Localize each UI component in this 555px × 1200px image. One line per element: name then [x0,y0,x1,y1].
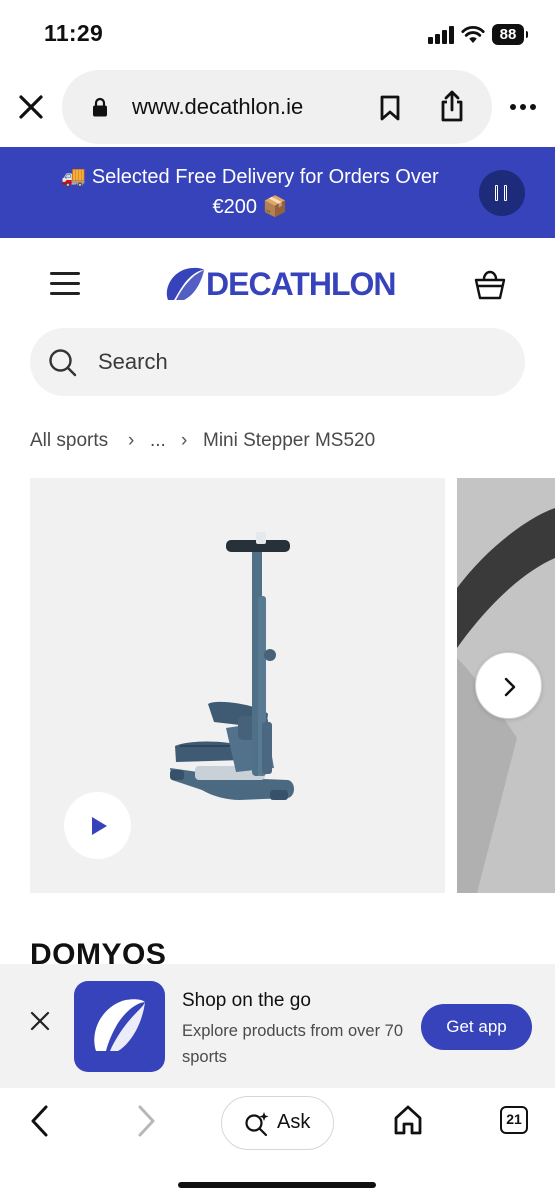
app-install-banner: Shop on the go Explore products from ove… [0,964,555,1088]
share-icon[interactable] [439,90,465,122]
address-bar[interactable]: www.decathlon.ie [62,70,492,144]
search-icon [49,349,77,377]
forward-icon[interactable] [134,1104,158,1138]
app-banner-title: Shop on the go [182,990,311,1011]
basket-icon[interactable] [474,266,506,300]
home-icon[interactable] [393,1104,423,1136]
chevron-right-icon [504,677,516,697]
breadcrumb-item-all-sports[interactable]: All sports [30,430,108,452]
decathlon-logo[interactable]: DECATHLON [162,264,396,304]
back-icon[interactable] [28,1104,52,1138]
menu-icon[interactable] [50,272,80,296]
play-icon [92,817,107,835]
wifi-icon [461,26,485,43]
status-bar: 11:29 88 [0,0,555,70]
tabs-icon[interactable]: 21 [500,1106,528,1134]
gallery-next-button[interactable] [475,652,542,719]
promo-banner[interactable]: 🚚 Selected Free Delivery for Orders Over… [0,147,555,238]
search-bar[interactable]: Search [30,328,525,396]
chevron-right-icon: › [181,430,188,451]
bookmark-icon[interactable] [378,94,402,122]
play-video-button[interactable] [64,792,131,859]
url-text[interactable]: www.decathlon.ie [132,94,303,120]
ask-button[interactable]: Ask [221,1096,334,1150]
breadcrumb-item-ellipsis[interactable]: ... [150,430,166,452]
app-banner-description: Explore products from over 70 sports [182,1022,404,1066]
pause-icon[interactable] [479,170,525,216]
signal-icon [428,26,454,44]
decathlon-app-icon [74,981,165,1072]
logo-text: DECATHLON [206,266,396,302]
promo-text: 🚚 Selected Free Delivery for Orders Over… [61,166,439,218]
search-input[interactable]: Search [98,349,168,375]
get-app-button[interactable]: Get app [421,1004,532,1050]
sparkle-search-icon [245,1112,269,1137]
close-icon[interactable] [16,92,46,122]
more-icon[interactable] [508,97,538,117]
home-indicator [178,1182,376,1188]
status-time: 11:29 [44,20,104,46]
battery-icon: 88 [492,24,528,45]
ask-label: Ask [277,1111,311,1133]
decathlon-logo-icon [166,267,204,300]
lock-icon [93,97,107,117]
chevron-right-icon: › [128,430,135,451]
breadcrumb-item-current: Mini Stepper MS520 [203,430,376,451]
close-icon[interactable] [30,1011,50,1031]
